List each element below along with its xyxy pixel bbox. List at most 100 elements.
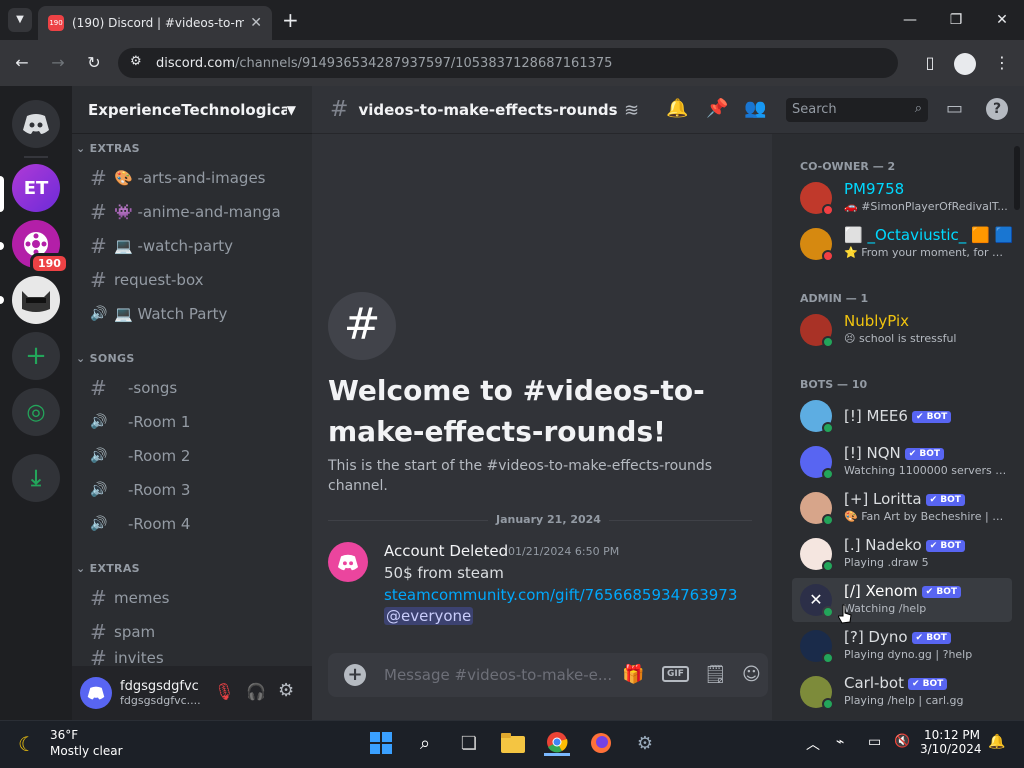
channel-item[interactable]: # 🎨 -arts-and-images — [80, 162, 304, 194]
notification-bell-icon[interactable]: 🔔 — [666, 98, 688, 119]
message: Account Deleted 01/21/2024 6:50 PM 50$ f… — [328, 540, 758, 632]
weather-widget[interactable]: ☾ 36°F Mostly clear — [18, 728, 138, 762]
member-item[interactable]: [!] MEE6 ✔ BOT — [792, 394, 1012, 438]
member-status: Playing /help | carl.gg — [844, 694, 964, 707]
member-name: PM9758 — [844, 180, 905, 198]
explore-servers-icon[interactable]: ◎ — [12, 388, 60, 436]
member-item[interactable]: Carl-bot ✔ BOT Playing /help | carl.gg — [792, 670, 1012, 714]
member-item[interactable]: [+] Loritta ✔ BOT 🎨 Fan Art by Becheshire… — [792, 486, 1012, 530]
mute-mic-icon[interactable]: 🎙 — [214, 682, 234, 701]
member-item[interactable]: [.] Nadeko ✔ BOT Playing .draw 5 — [792, 532, 1012, 576]
category-header[interactable]: ⌄ EXTRAS — [76, 142, 140, 155]
volume-muted-icon[interactable]: 🔇 — [894, 734, 910, 749]
guild-separator — [24, 156, 48, 158]
voice-channel-item[interactable]: 🔊 -Room 4 — [80, 508, 304, 540]
member-status: Watching 1100000 servers an... — [844, 464, 1009, 477]
member-name: [.] Nadeko ✔ BOT — [844, 536, 966, 554]
search-icon[interactable]: ⌕ — [412, 730, 438, 756]
tab-search-button[interactable]: ▼ — [8, 8, 32, 32]
headphones-icon[interactable]: 🎧 — [246, 682, 266, 701]
channel-item[interactable]: # 👾 -anime-and-manga — [80, 196, 304, 228]
gift-icon[interactable]: 🎁 — [622, 664, 644, 685]
file-explorer-icon[interactable] — [500, 730, 526, 756]
voice-channel-item[interactable]: 🔊 💻 Watch Party — [80, 298, 304, 330]
maximize-button[interactable]: ❐ — [942, 8, 970, 32]
member-item[interactable]: [!] NQN ✔ BOT Watching 1100000 servers an… — [792, 440, 1012, 484]
close-window-button[interactable]: ✕ — [988, 8, 1016, 32]
tab-favicon: 190 — [48, 15, 64, 31]
category-header[interactable]: ⌄ EXTRAS — [76, 562, 140, 575]
forward-button[interactable]: → — [46, 51, 70, 75]
task-view-icon[interactable]: ❏ — [456, 730, 482, 756]
chrome-icon[interactable] — [544, 730, 570, 756]
browser-tab[interactable]: 190 (190) Discord | #videos-to-make... ✕ — [38, 6, 272, 40]
member-item[interactable]: ⬜ _Octaviustic_ 🟧 🟦 ⭐ From your moment, … — [792, 222, 1013, 266]
download-apps-icon[interactable]: ⤓ — [12, 454, 60, 502]
speaker-icon: 🔊 — [90, 482, 108, 498]
settings-gear-icon[interactable]: ⚙ — [278, 680, 294, 701]
network-icon[interactable]: ⌁ — [836, 734, 844, 750]
message-author[interactable]: Account Deleted — [384, 542, 508, 560]
channel-item[interactable]: # request-box — [80, 264, 304, 296]
server-header[interactable]: ExperienceTechnologica... ▼ — [72, 86, 312, 134]
server-icon-cat[interactable] — [12, 276, 60, 324]
member-scrollbar[interactable] — [1014, 146, 1020, 210]
avatar[interactable] — [80, 677, 112, 709]
minimize-button[interactable]: — — [896, 8, 924, 32]
add-server-icon[interactable]: + — [12, 332, 60, 380]
member-item[interactable]: [?] Dyno ✔ BOT Playing dyno.gg | ?help — [792, 624, 1012, 668]
new-tab-button[interactable]: + — [282, 8, 299, 32]
member-status: Playing .draw 5 — [844, 556, 929, 569]
channel-item[interactable]: # -songs — [80, 372, 304, 404]
voice-channel-item[interactable]: 🔊 -Room 1 — [80, 406, 304, 438]
threads-icon[interactable]: ≋ — [624, 100, 639, 121]
category-header[interactable]: ⌄ SONGS — [76, 352, 135, 365]
browser-menu-icon[interactable]: ⋮ — [990, 51, 1014, 75]
channel-item[interactable]: # spam — [80, 616, 304, 648]
reload-button[interactable]: ↻ — [82, 51, 106, 75]
inbox-icon[interactable]: ▭ — [946, 98, 963, 119]
weather-desc: Mostly clear — [50, 744, 123, 758]
voice-channel-item[interactable]: 🔊 -Room 2 — [80, 440, 304, 472]
status-online-icon — [822, 652, 834, 664]
bot-badge: ✔ BOT — [911, 631, 951, 644]
back-button[interactable]: ← — [10, 51, 34, 75]
message-composer[interactable]: + Message #videos-to-make-e... 🎁 GIF 🗒 ☺ — [328, 653, 768, 697]
text-channel-icon: # — [330, 97, 349, 122]
sticker-icon[interactable]: 🗒 — [704, 664, 727, 685]
sidepanel-icon[interactable]: ▯ — [918, 51, 942, 75]
display-icon[interactable]: ▭ — [868, 734, 881, 750]
channel-item[interactable]: # invites — [80, 650, 304, 666]
member-item-hovered[interactable]: ✕ [/] Xenom ✔ BOT Watching /help — [792, 578, 1012, 622]
windows-start-icon[interactable] — [368, 730, 394, 756]
address-bar[interactable]: ⚙ discord.com/channels/91493653428793759… — [118, 48, 898, 78]
server-icon-et[interactable]: ET — [12, 164, 60, 212]
channel-item[interactable]: # memes — [80, 582, 304, 614]
member-item[interactable]: PM9758 🚗 #SimonPlayerOfRedivalT... — [792, 176, 1012, 220]
author-avatar[interactable] — [328, 542, 368, 582]
site-info-icon[interactable]: ⚙ — [130, 54, 142, 69]
help-icon[interactable]: ? — [986, 98, 1008, 120]
search-input[interactable]: Search ⌕ — [786, 98, 928, 122]
show-hidden-icons-chevron[interactable]: ︿ — [806, 734, 820, 754]
status-online-icon — [822, 560, 834, 572]
clock[interactable]: 10:12 PM 3/10/2024 — [920, 728, 982, 756]
voice-channel-item[interactable]: 🔊 -Room 3 — [80, 474, 304, 506]
emoji-icon[interactable]: ☺ — [742, 664, 761, 685]
member-list-icon[interactable]: 👥 — [744, 98, 766, 119]
pin-icon[interactable]: 📌 — [706, 98, 728, 119]
channel-item[interactable]: # 💻 -watch-party — [80, 230, 304, 262]
member-item[interactable]: NublyPix 😣 school is stressful — [792, 308, 1012, 352]
gif-icon[interactable]: GIF — [662, 666, 689, 682]
tab-close-icon[interactable]: ✕ — [250, 15, 262, 31]
message-link[interactable]: steamcommunity.com/gift/7656685934763973 — [384, 586, 737, 604]
add-attachment-icon[interactable]: + — [344, 664, 366, 686]
category-label: EXTRAS — [89, 562, 140, 575]
everyone-mention[interactable]: @everyone — [384, 607, 474, 625]
firefox-icon[interactable] — [588, 730, 614, 756]
channel-label: 💻 -watch-party — [114, 237, 234, 255]
discord-home-icon[interactable] — [12, 100, 60, 148]
settings-app-icon[interactable]: ⚙ — [632, 730, 658, 756]
notifications-bell-icon[interactable]: 🔔 — [988, 734, 1005, 750]
profile-icon[interactable] — [954, 53, 976, 75]
